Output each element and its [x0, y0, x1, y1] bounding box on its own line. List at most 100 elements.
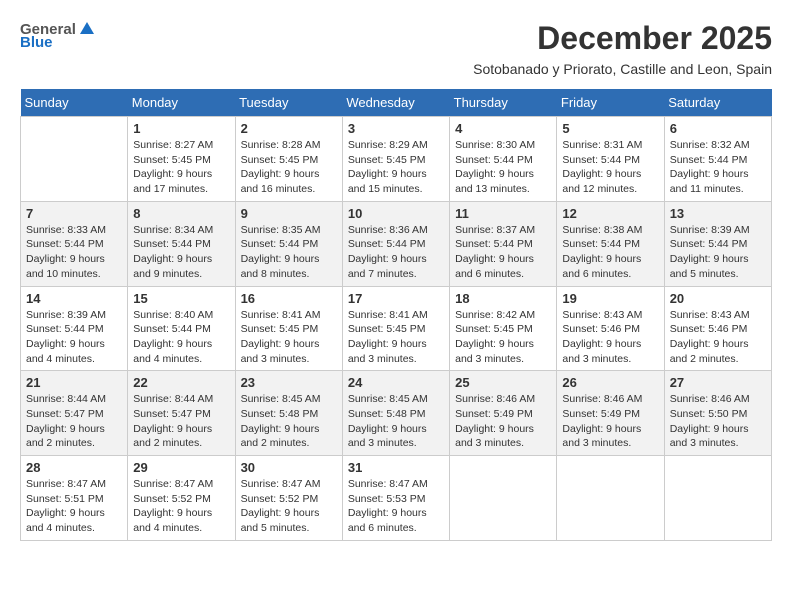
day-number: 30 — [241, 460, 337, 475]
calendar-week-row: 28 Sunrise: 8:47 AMSunset: 5:51 PMDayligh… — [21, 456, 772, 541]
day-number: 17 — [348, 291, 444, 306]
day-info: Sunrise: 8:44 AMSunset: 5:47 PMDaylight:… — [26, 392, 122, 451]
day-info: Sunrise: 8:28 AMSunset: 5:45 PMDaylight:… — [241, 138, 337, 197]
calendar-cell: 28 Sunrise: 8:47 AMSunset: 5:51 PMDayligh… — [21, 456, 128, 541]
column-header-friday: Friday — [557, 89, 664, 117]
calendar-cell: 13Sunrise: 8:39 AMSunset: 5:44 PMDayligh… — [664, 201, 771, 286]
day-number: 26 — [562, 375, 658, 390]
column-header-wednesday: Wednesday — [342, 89, 449, 117]
day-number: 28 — [26, 460, 122, 475]
day-info: Sunrise: 8:33 AMSunset: 5:44 PMDaylight:… — [26, 223, 122, 282]
day-info: Sunrise: 8:37 AMSunset: 5:44 PMDaylight:… — [455, 223, 551, 282]
day-number: 25 — [455, 375, 551, 390]
calendar-cell: 18 Sunrise: 8:42 AMSunset: 5:45 PMDayligh… — [450, 286, 557, 371]
day-info: Sunrise: 8:47 AMSunset: 5:52 PMDaylight:… — [241, 477, 337, 536]
day-info: Sunrise: 8:29 AMSunset: 5:45 PMDaylight:… — [348, 138, 444, 197]
calendar-cell — [21, 117, 128, 202]
day-number: 8 — [133, 206, 229, 221]
calendar-cell: 3 Sunrise: 8:29 AMSunset: 5:45 PMDaylight… — [342, 117, 449, 202]
day-number: 10 — [348, 206, 444, 221]
day-number: 19 — [562, 291, 658, 306]
calendar-cell: 26Sunrise: 8:46 AMSunset: 5:49 PMDayligh… — [557, 371, 664, 456]
calendar-cell: 5 Sunrise: 8:31 AMSunset: 5:44 PMDaylight… — [557, 117, 664, 202]
calendar-cell: 17 Sunrise: 8:41 AMSunset: 5:45 PMDayligh… — [342, 286, 449, 371]
day-info: Sunrise: 8:32 AMSunset: 5:44 PMDaylight:… — [670, 138, 766, 197]
day-info: Sunrise: 8:46 AMSunset: 5:50 PMDaylight:… — [670, 392, 766, 451]
column-header-sunday: Sunday — [21, 89, 128, 117]
column-header-tuesday: Tuesday — [235, 89, 342, 117]
column-header-thursday: Thursday — [450, 89, 557, 117]
day-number: 12 — [562, 206, 658, 221]
day-info: Sunrise: 8:45 AMSunset: 5:48 PMDaylight:… — [241, 392, 337, 451]
calendar-cell: 7 Sunrise: 8:33 AMSunset: 5:44 PMDaylight… — [21, 201, 128, 286]
calendar-header-row: SundayMondayTuesdayWednesdayThursdayFrid… — [21, 89, 772, 117]
day-number: 1 — [133, 121, 229, 136]
calendar-cell: 6 Sunrise: 8:32 AMSunset: 5:44 PMDaylight… — [664, 117, 771, 202]
day-number: 7 — [26, 206, 122, 221]
day-number: 18 — [455, 291, 551, 306]
day-number: 29 — [133, 460, 229, 475]
day-info: Sunrise: 8:35 AMSunset: 5:44 PMDaylight:… — [241, 223, 337, 282]
calendar-cell: 31 Sunrise: 8:47 AMSunset: 5:53 PMDayligh… — [342, 456, 449, 541]
calendar-week-row: 14 Sunrise: 8:39 AMSunset: 5:44 PMDayligh… — [21, 286, 772, 371]
day-info: Sunrise: 8:46 AMSunset: 5:49 PMDaylight:… — [455, 392, 551, 451]
day-number: 27 — [670, 375, 766, 390]
calendar-cell: 25 Sunrise: 8:46 AMSunset: 5:49 PMDayligh… — [450, 371, 557, 456]
day-number: 23 — [241, 375, 337, 390]
calendar-cell: 1Sunrise: 8:27 AMSunset: 5:45 PMDaylight… — [128, 117, 235, 202]
day-info: Sunrise: 8:40 AMSunset: 5:44 PMDaylight:… — [133, 308, 229, 367]
column-header-monday: Monday — [128, 89, 235, 117]
calendar-cell: 12 Sunrise: 8:38 AMSunset: 5:44 PMDayligh… — [557, 201, 664, 286]
day-info: Sunrise: 8:34 AMSunset: 5:44 PMDaylight:… — [133, 223, 229, 282]
calendar-cell: 8 Sunrise: 8:34 AMSunset: 5:44 PMDaylight… — [128, 201, 235, 286]
day-info: Sunrise: 8:43 AMSunset: 5:46 PMDaylight:… — [562, 308, 658, 367]
calendar-cell: 30 Sunrise: 8:47 AMSunset: 5:52 PMDayligh… — [235, 456, 342, 541]
day-number: 14 — [26, 291, 122, 306]
calendar-cell: 19 Sunrise: 8:43 AMSunset: 5:46 PMDayligh… — [557, 286, 664, 371]
day-info: Sunrise: 8:39 AMSunset: 5:44 PMDaylight:… — [26, 308, 122, 367]
day-info: Sunrise: 8:36 AMSunset: 5:44 PMDaylight:… — [348, 223, 444, 282]
day-info: Sunrise: 8:47 AMSunset: 5:51 PMDaylight:… — [26, 477, 122, 536]
day-info: Sunrise: 8:41 AMSunset: 5:45 PMDaylight:… — [241, 308, 337, 367]
day-info: Sunrise: 8:43 AMSunset: 5:46 PMDaylight:… — [670, 308, 766, 367]
calendar-table: SundayMondayTuesdayWednesdayThursdayFrid… — [20, 89, 772, 541]
calendar-cell: 29 Sunrise: 8:47 AMSunset: 5:52 PMDayligh… — [128, 456, 235, 541]
day-info: Sunrise: 8:44 AMSunset: 5:47 PMDaylight:… — [133, 392, 229, 451]
calendar-cell: 4 Sunrise: 8:30 AMSunset: 5:44 PMDaylight… — [450, 117, 557, 202]
day-number: 5 — [562, 121, 658, 136]
calendar-cell: 21 Sunrise: 8:44 AMSunset: 5:47 PMDayligh… — [21, 371, 128, 456]
calendar-cell — [557, 456, 664, 541]
day-info: Sunrise: 8:41 AMSunset: 5:45 PMDaylight:… — [348, 308, 444, 367]
calendar-week-row: 1Sunrise: 8:27 AMSunset: 5:45 PMDaylight… — [21, 117, 772, 202]
day-number: 16 — [241, 291, 337, 306]
day-info: Sunrise: 8:45 AMSunset: 5:48 PMDaylight:… — [348, 392, 444, 451]
logo-blue: Blue — [20, 34, 53, 51]
day-number: 3 — [348, 121, 444, 136]
calendar-cell: 9 Sunrise: 8:35 AMSunset: 5:44 PMDaylight… — [235, 201, 342, 286]
day-number: 9 — [241, 206, 337, 221]
day-info: Sunrise: 8:47 AMSunset: 5:53 PMDaylight:… — [348, 477, 444, 536]
day-info: Sunrise: 8:42 AMSunset: 5:45 PMDaylight:… — [455, 308, 551, 367]
day-number: 21 — [26, 375, 122, 390]
day-info: Sunrise: 8:39 AMSunset: 5:44 PMDaylight:… — [670, 223, 766, 282]
day-number: 15 — [133, 291, 229, 306]
day-number: 31 — [348, 460, 444, 475]
logo-icon — [78, 20, 96, 38]
day-info: Sunrise: 8:31 AMSunset: 5:44 PMDaylight:… — [562, 138, 658, 197]
day-number: 2 — [241, 121, 337, 136]
day-number: 6 — [670, 121, 766, 136]
calendar-cell: 16 Sunrise: 8:41 AMSunset: 5:45 PMDayligh… — [235, 286, 342, 371]
day-number: 20 — [670, 291, 766, 306]
calendar-week-row: 21 Sunrise: 8:44 AMSunset: 5:47 PMDayligh… — [21, 371, 772, 456]
calendar-cell — [664, 456, 771, 541]
day-info: Sunrise: 8:47 AMSunset: 5:52 PMDaylight:… — [133, 477, 229, 536]
day-info: Sunrise: 8:38 AMSunset: 5:44 PMDaylight:… — [562, 223, 658, 282]
column-header-saturday: Saturday — [664, 89, 771, 117]
day-number: 22 — [133, 375, 229, 390]
calendar-cell: 22 Sunrise: 8:44 AMSunset: 5:47 PMDayligh… — [128, 371, 235, 456]
calendar-cell — [450, 456, 557, 541]
day-info: Sunrise: 8:30 AMSunset: 5:44 PMDaylight:… — [455, 138, 551, 197]
calendar-cell: 2 Sunrise: 8:28 AMSunset: 5:45 PMDaylight… — [235, 117, 342, 202]
day-number: 4 — [455, 121, 551, 136]
logo: General Blue — [20, 20, 96, 51]
